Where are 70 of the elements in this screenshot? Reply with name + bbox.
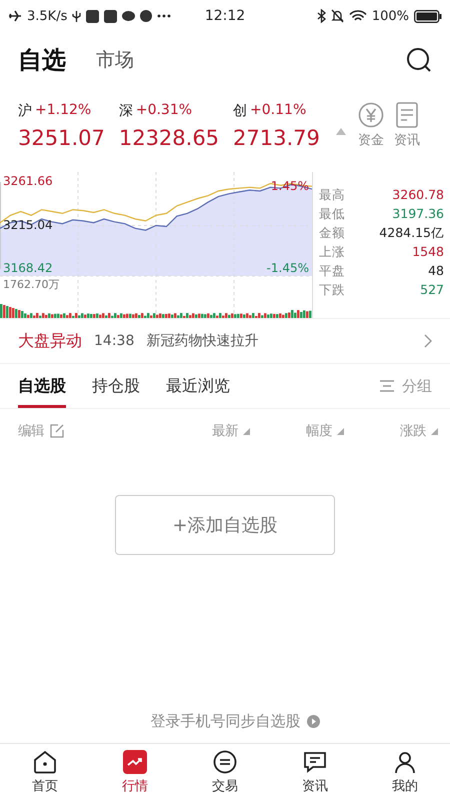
stat-label: 最低 (319, 205, 345, 222)
axis-label: 3215.04 (3, 218, 53, 232)
list-tab[interactable]: 自选股 (18, 364, 66, 408)
caret-icon[interactable] (336, 128, 346, 135)
index-name: 沪 (18, 102, 32, 120)
bluetooth-icon (316, 9, 326, 23)
usb-icon (72, 10, 82, 22)
app-icon (86, 10, 100, 22)
index-value[interactable]: 12328.65 (118, 126, 220, 150)
add-stock-button[interactable]: +添加自选股 (115, 495, 335, 555)
index-value[interactable]: 3251.07 (18, 126, 105, 150)
document-icon (396, 102, 418, 128)
stat-value: 48 (428, 262, 444, 279)
shortcut-button[interactable]: 资金 (358, 102, 384, 149)
network-speed: 3.5K/s (27, 8, 68, 24)
nav-item[interactable]: 我的 (360, 744, 450, 800)
index-name: 深 (118, 102, 133, 120)
person-icon (393, 750, 417, 774)
login-hint[interactable]: 登录手机号同步自选股 (150, 712, 300, 731)
stat-label: 下跌 (319, 281, 345, 298)
wifi-icon (348, 10, 367, 22)
alert-tag: 大盘异动 (18, 330, 82, 352)
more-icon (157, 14, 172, 18)
trend-icon (123, 750, 147, 774)
index-change: +0.11% (250, 102, 306, 120)
chevron-right-icon[interactable] (424, 334, 432, 348)
nav-item[interactable]: 交易 (180, 744, 270, 800)
edit-icon (50, 424, 64, 438)
sort-icon (243, 428, 250, 434)
sort-icon (431, 428, 438, 434)
search-icon[interactable] (406, 47, 432, 73)
axis-label: 3261.66 (3, 175, 53, 188)
list-tab[interactable]: 持仓股 (92, 364, 140, 408)
play-icon[interactable] (306, 715, 320, 728)
alert-text[interactable]: 新冠药物快速拉升 (146, 332, 412, 350)
home-icon (33, 750, 57, 774)
battery-percent: 100% (372, 8, 409, 24)
list-tab[interactable]: 最近浏览 (166, 364, 230, 408)
chat-icon (303, 750, 327, 774)
airplane-icon (8, 9, 22, 23)
alert-time: 14:38 (94, 333, 134, 349)
nav-item[interactable]: 首页 (0, 744, 90, 800)
nav-item[interactable]: 资讯 (270, 744, 360, 800)
index-name: 创 (233, 102, 248, 120)
clock: 12:12 (204, 8, 246, 24)
header-tab[interactable]: 市场 (96, 47, 134, 73)
stat-label: 最高 (319, 186, 345, 203)
stat-label: 平盘 (319, 262, 345, 279)
stat-value: 4284.15亿 (379, 224, 444, 241)
header-tab[interactable]: 自选 (18, 44, 66, 76)
stat-label: 金额 (319, 224, 345, 241)
bell-off-icon (330, 9, 344, 23)
battery-icon (414, 10, 442, 22)
stat-value: 1548 (412, 243, 444, 260)
yuan-icon (358, 102, 384, 128)
index-value[interactable]: 2713.79 (233, 126, 320, 150)
index-change: +0.31% (136, 102, 192, 120)
volume-label: 1762.70万 (3, 278, 60, 291)
axis-label: -1.45% (266, 262, 309, 275)
stat-label: 上涨 (319, 243, 345, 260)
stat-value: 3197.36 (392, 205, 444, 222)
index-change: +1.12% (35, 102, 92, 120)
axis-label: 3168.42 (3, 262, 53, 275)
shortcut-button[interactable]: 资讯 (394, 102, 420, 149)
nav-item[interactable]: 行情 (90, 744, 180, 800)
sort-icon (337, 428, 344, 434)
exchange-icon (213, 750, 237, 774)
list-icon (380, 379, 394, 393)
stat-value: 527 (420, 281, 444, 298)
stat-value: 3260.78 (392, 186, 444, 203)
